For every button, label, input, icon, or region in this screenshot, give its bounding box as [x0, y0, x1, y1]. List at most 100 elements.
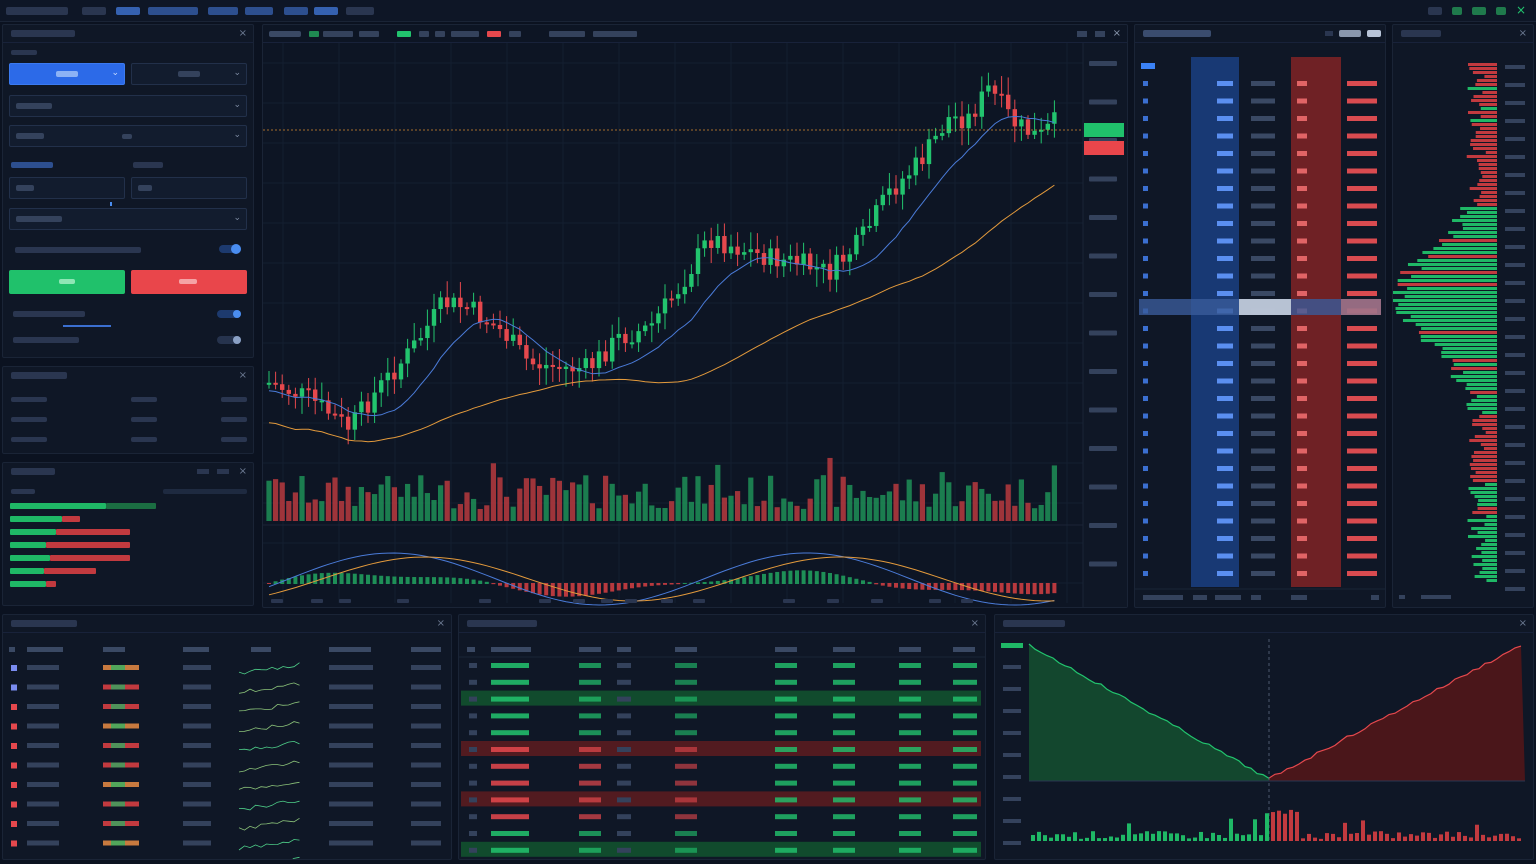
watchlist-change-accent: [111, 723, 125, 729]
ask-size: [1347, 326, 1377, 331]
volume-profile-bar: [1441, 355, 1497, 358]
candle-body: [1019, 119, 1024, 127]
volume-bar: [424, 493, 430, 521]
sell-button[interactable]: [131, 270, 247, 294]
menu-item-3[interactable]: [148, 7, 198, 15]
volume-bar: [418, 475, 424, 521]
ask-marker: [1297, 221, 1307, 226]
instrument-dropdown[interactable]: ⌄: [9, 95, 247, 117]
trade-exchange: [953, 713, 977, 719]
time-axis-tick: [961, 599, 973, 603]
workspace-selector[interactable]: [6, 7, 68, 15]
macd-histogram-bar: [1052, 583, 1057, 594]
watchlist-symbol: [27, 665, 59, 670]
candlestick-chart[interactable]: [263, 43, 1127, 607]
close-icon[interactable]: ×: [1113, 28, 1121, 39]
depth-chart[interactable]: [995, 633, 1533, 859]
time-and-sales-table[interactable]: [459, 633, 985, 859]
close-icon[interactable]: ×: [239, 466, 247, 477]
close-icon[interactable]: ×: [1519, 28, 1527, 39]
book-footer-item: [1291, 595, 1307, 600]
volume-profile-bar: [1484, 523, 1497, 526]
close-icon[interactable]: ×: [971, 618, 979, 629]
header-control-1[interactable]: [197, 469, 209, 474]
close-icon[interactable]: ×: [437, 618, 445, 629]
volume-bar: [728, 495, 734, 521]
menu-item-5[interactable]: [245, 7, 273, 15]
order-book-header: [1135, 25, 1385, 43]
depth-volume-bar: [1337, 837, 1341, 841]
close-icon[interactable]: ×: [1519, 618, 1527, 629]
ask-size: [1347, 413, 1377, 419]
option-label-1: [13, 311, 85, 317]
book-control-3[interactable]: [1367, 30, 1381, 37]
option-toggle-1[interactable]: [217, 310, 241, 318]
macd-histogram-bar: [788, 570, 793, 584]
order-type-dropdown[interactable]: ⌄: [9, 63, 125, 85]
bid-size: [1217, 501, 1233, 506]
volume-profile-bar: [1448, 231, 1497, 234]
menu-item-1[interactable]: [82, 7, 106, 15]
menu-item-4[interactable]: [208, 7, 238, 15]
volume-profile-bar: [1469, 439, 1497, 442]
macd-histogram-bar: [451, 577, 456, 584]
ask-marker: [1297, 133, 1307, 139]
trade-exchange: [953, 847, 977, 853]
depth-volume-bar: [1031, 834, 1035, 841]
bid-size: [1217, 203, 1233, 209]
account-dropdown[interactable]: ⌄: [131, 63, 247, 85]
bid-size: [1217, 238, 1233, 244]
option-toggle-2[interactable]: [217, 336, 241, 344]
book-control-2[interactable]: [1339, 30, 1361, 37]
volume-profile-bar: [1462, 223, 1497, 226]
volume-profile-header: ×: [1393, 25, 1533, 43]
order-book-ladder[interactable]: [1135, 43, 1385, 607]
advanced-option-toggle[interactable]: [219, 244, 241, 254]
macd-histogram-bar: [445, 577, 450, 584]
maximize-icon[interactable]: [1496, 7, 1506, 15]
macd-histogram-bar: [438, 577, 443, 584]
price-level: [1251, 273, 1275, 279]
trade-ask: [833, 730, 855, 736]
candle-body: [986, 85, 991, 92]
macd-histogram-bar: [465, 578, 469, 584]
watchlist-table[interactable]: [3, 633, 451, 859]
volume-profile-bar: [1396, 311, 1497, 314]
price-input[interactable]: [131, 177, 247, 199]
strategy-dropdown[interactable]: ⌄: [9, 208, 247, 230]
menu-item-7[interactable]: [314, 7, 338, 15]
candle-body: [412, 340, 417, 349]
volume-bar: [279, 482, 285, 521]
depth-bar-bid: [10, 555, 50, 561]
depth-volume-bar: [1211, 832, 1215, 841]
close-icon[interactable]: ×: [239, 370, 247, 381]
volume-profile-bar: [1470, 391, 1497, 394]
watchlist-change-accent: [111, 704, 125, 709]
volume-bar: [933, 493, 939, 521]
macd-histogram-bar: [993, 583, 997, 592]
trades-column-header: [833, 647, 855, 652]
trade-exchange: [953, 831, 977, 836]
ask-marker: [1297, 273, 1307, 279]
buy-button[interactable]: [9, 270, 125, 294]
volume-bar: [840, 476, 846, 521]
header-control-2[interactable]: [217, 469, 229, 474]
ask-size: [1347, 431, 1377, 436]
close-icon[interactable]: ×: [239, 28, 247, 39]
book-row-marker: [1143, 133, 1148, 139]
maximize-icon[interactable]: [1095, 31, 1105, 37]
menu-item-2[interactable]: [116, 7, 140, 15]
quantity-input[interactable]: [9, 177, 125, 206]
volume-profile-bar: [1473, 563, 1497, 566]
vp-price-label: [1505, 137, 1525, 141]
symbol-label[interactable]: [269, 31, 301, 37]
menu-item-8[interactable]: [346, 7, 374, 15]
menu-item-6[interactable]: [284, 7, 308, 15]
close-window-icon[interactable]: ×: [1516, 3, 1526, 17]
depth-volume-bar: [1241, 835, 1245, 841]
book-control-1[interactable]: [1325, 31, 1333, 36]
time-in-force-dropdown[interactable]: ⌄: [9, 125, 247, 147]
minimize-icon[interactable]: [1077, 31, 1087, 37]
candle-body: [636, 331, 641, 343]
watchlist-header: ×: [3, 615, 451, 633]
